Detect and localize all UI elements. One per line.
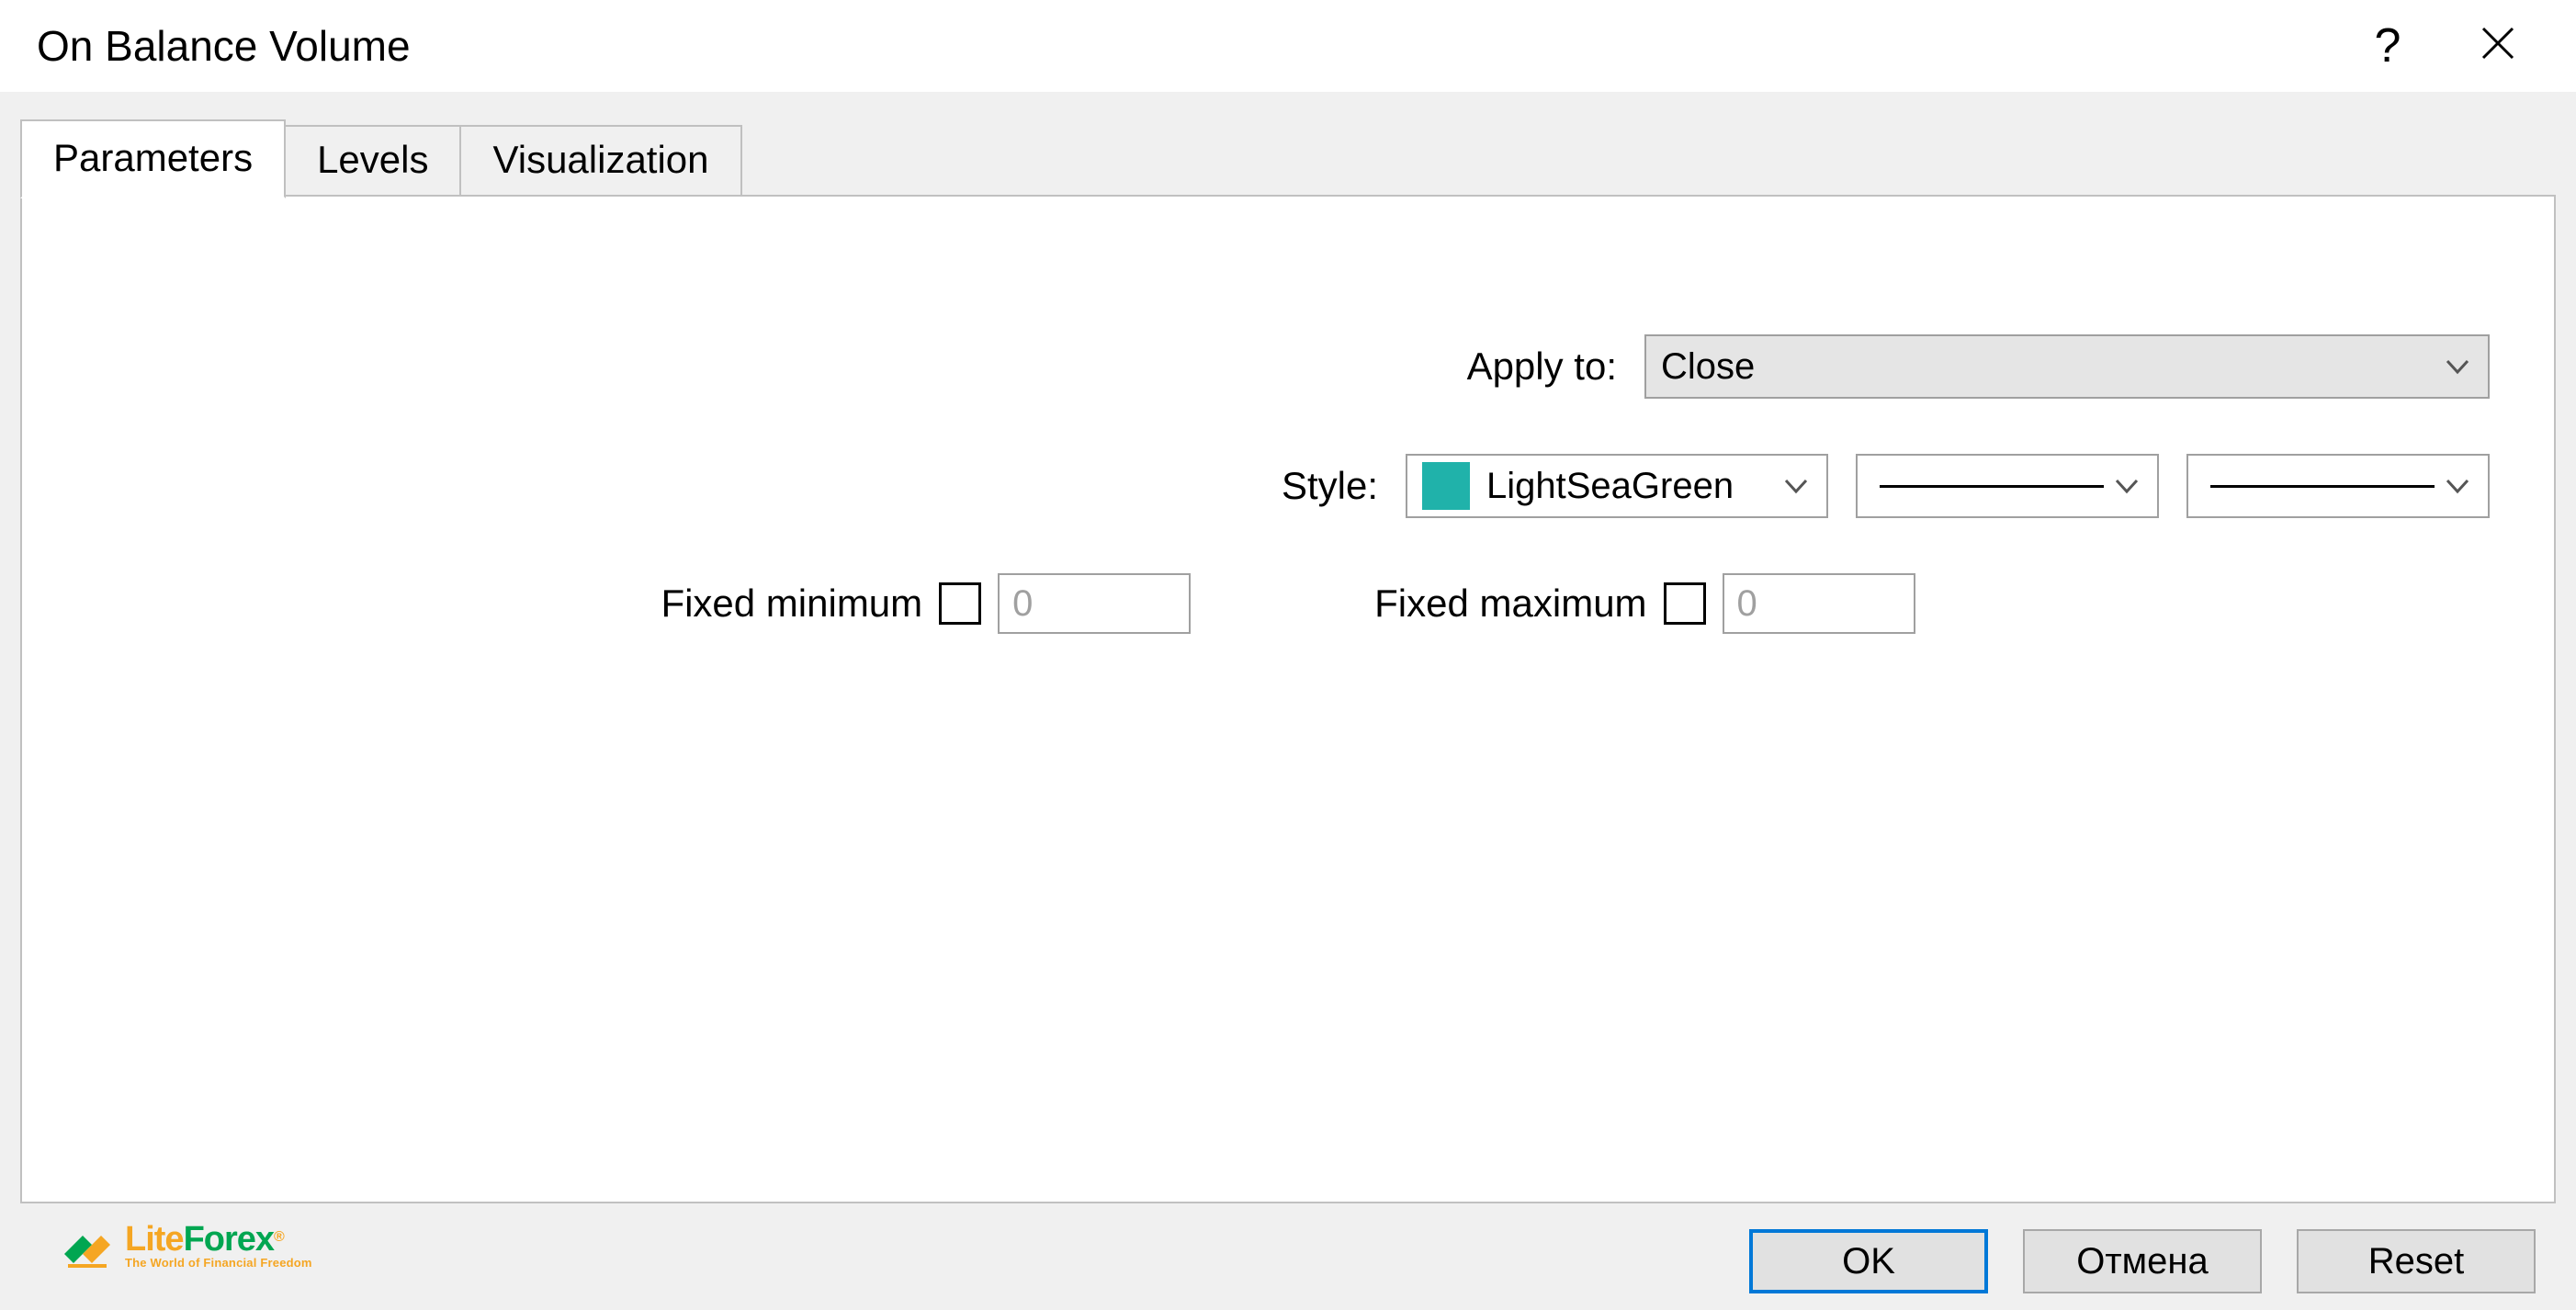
line-style-sample <box>1880 485 2104 488</box>
style-color-dropdown[interactable]: LightSeaGreen <box>1406 454 1828 518</box>
liteforex-logo: LiteForex® The World of Financial Freedo… <box>55 1213 312 1277</box>
cancel-button[interactable]: Отмена <box>2023 1229 2262 1293</box>
tab-visualization[interactable]: Visualization <box>459 125 741 197</box>
fixed-min-label: Fixed minimum <box>661 582 922 626</box>
logo-tagline: The World of Financial Freedom <box>125 1257 312 1269</box>
tab-strip: Parameters Levels Visualization <box>20 118 2556 197</box>
chevron-down-icon <box>2442 470 2473 502</box>
fixed-min-checkbox[interactable] <box>939 582 981 625</box>
style-color-name: LightSeaGreen <box>1486 466 1734 507</box>
apply-to-dropdown[interactable]: Close <box>1644 334 2490 399</box>
button-bar: OK Отмена Reset <box>20 1203 2556 1293</box>
tab-panel-parameters: Apply to: Close Style: LightSeaGreen <box>20 195 2556 1203</box>
fixed-max-label: Fixed maximum <box>1374 582 1646 626</box>
ok-button[interactable]: OK <box>1749 1229 1988 1293</box>
fixed-min-input[interactable] <box>998 573 1191 634</box>
titlebar: On Balance Volume ? <box>0 0 2576 92</box>
apply-to-value: Close <box>1661 346 1755 388</box>
reset-button[interactable]: Reset <box>2297 1229 2536 1293</box>
logo-mark-icon <box>55 1213 119 1277</box>
help-icon: ? <box>2375 18 2401 73</box>
tab-levels[interactable]: Levels <box>284 125 461 197</box>
chevron-down-icon <box>2442 351 2473 382</box>
style-label: Style: <box>1282 464 1378 508</box>
apply-to-label: Apply to: <box>1467 344 1617 389</box>
fixed-max-checkbox[interactable] <box>1664 582 1706 625</box>
close-button[interactable] <box>2457 5 2539 87</box>
chevron-down-icon <box>1780 470 1812 502</box>
color-swatch <box>1422 462 1470 510</box>
line-style-dropdown[interactable] <box>1856 454 2159 518</box>
line-width-sample <box>2210 485 2435 488</box>
fixed-max-input[interactable] <box>1723 573 1915 634</box>
chevron-down-icon <box>2111 470 2142 502</box>
window-title: On Balance Volume <box>37 21 2319 71</box>
help-button[interactable]: ? <box>2346 5 2429 87</box>
close-icon <box>2480 18 2516 73</box>
line-width-dropdown[interactable] <box>2186 454 2490 518</box>
tab-parameters[interactable]: Parameters <box>20 119 286 198</box>
logo-text: LiteForex® <box>125 1222 312 1257</box>
